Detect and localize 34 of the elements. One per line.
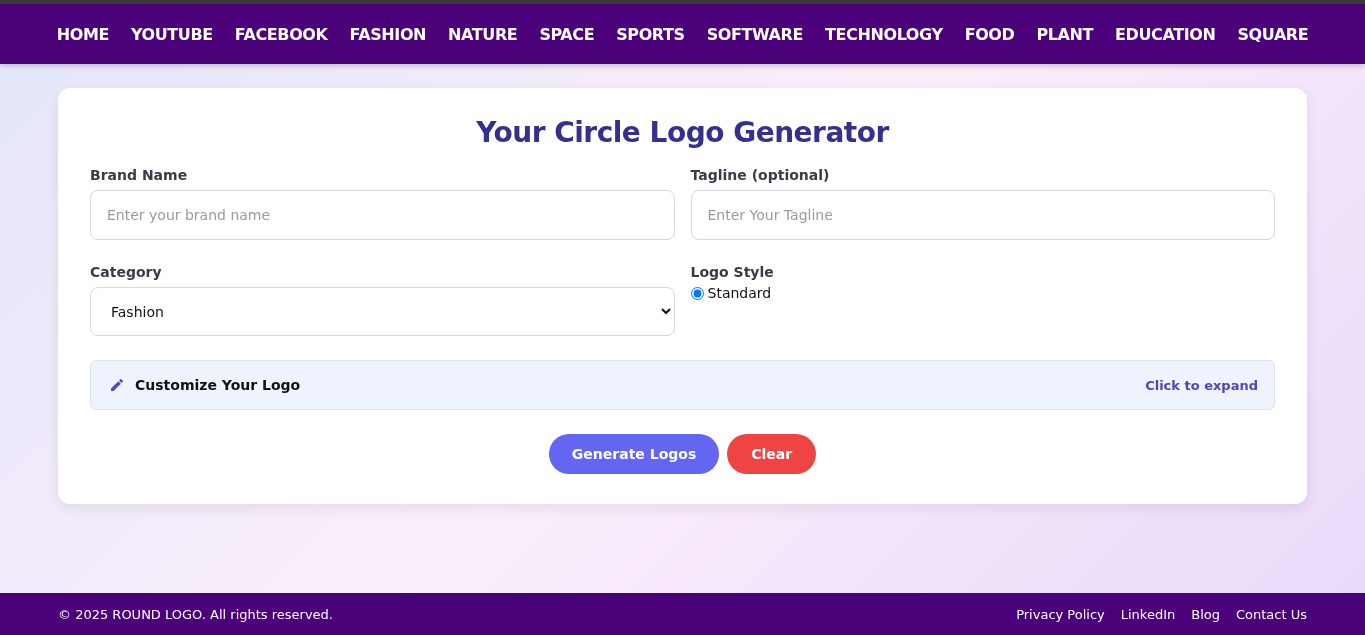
customize-panel-header[interactable]: Customize Your Logo Click to expand [90,360,1275,410]
nav-link[interactable]: NATURE [437,24,529,44]
footer-link[interactable]: Blog [1191,606,1220,622]
nav-link[interactable]: SPORTS [605,24,696,44]
field-label: Brand Name [90,167,188,183]
field-label: Logo Style [690,264,774,280]
nav-link[interactable]: PLANT [1025,24,1105,44]
nav-link[interactable]: TECHNOLOGY [814,24,954,44]
brand-name-input[interactable]: Enter your brand name [90,190,675,240]
copyright-text: © 2025 ROUND LOGO. All rights reserved. [58,606,333,622]
nav-link[interactable]: FACEBOOK [223,24,339,44]
field-label: Category [90,264,162,280]
nav-link[interactable]: FASHION [338,24,438,44]
footer-link[interactable]: LinkedIn [1120,606,1176,622]
nav-link[interactable]: FOOD [953,24,1026,44]
nav-link[interactable]: HOME [45,24,120,44]
footer-link[interactable]: Contact Us [1236,606,1307,622]
nav-link[interactable]: SOFTWARE [695,24,815,44]
nav-link[interactable]: YOUTUBE [119,24,224,44]
tagline-input[interactable]: Enter Your Tagline [690,190,1275,240]
nav-link[interactable]: SQUARE [1226,24,1320,44]
radio-label: Standard [707,285,772,301]
nav-link[interactable]: EDUCATION [1104,24,1227,44]
category-select[interactable]: Fashion [90,287,675,336]
panel-title: Customize Your Logo [135,377,302,393]
expand-hint: Click to expand [1145,377,1258,393]
nav-link[interactable]: SPACE [528,24,606,44]
footer-link[interactable]: Privacy Policy [1016,606,1105,622]
generate-button[interactable]: Generate Logos [548,434,720,474]
page-title: Your Circle Logo Generator [475,116,891,149]
pencil-icon [109,377,125,393]
clear-button[interactable]: Clear [727,434,817,474]
radio-button[interactable] [690,286,704,300]
field-label: Tagline (optional) [690,167,830,183]
